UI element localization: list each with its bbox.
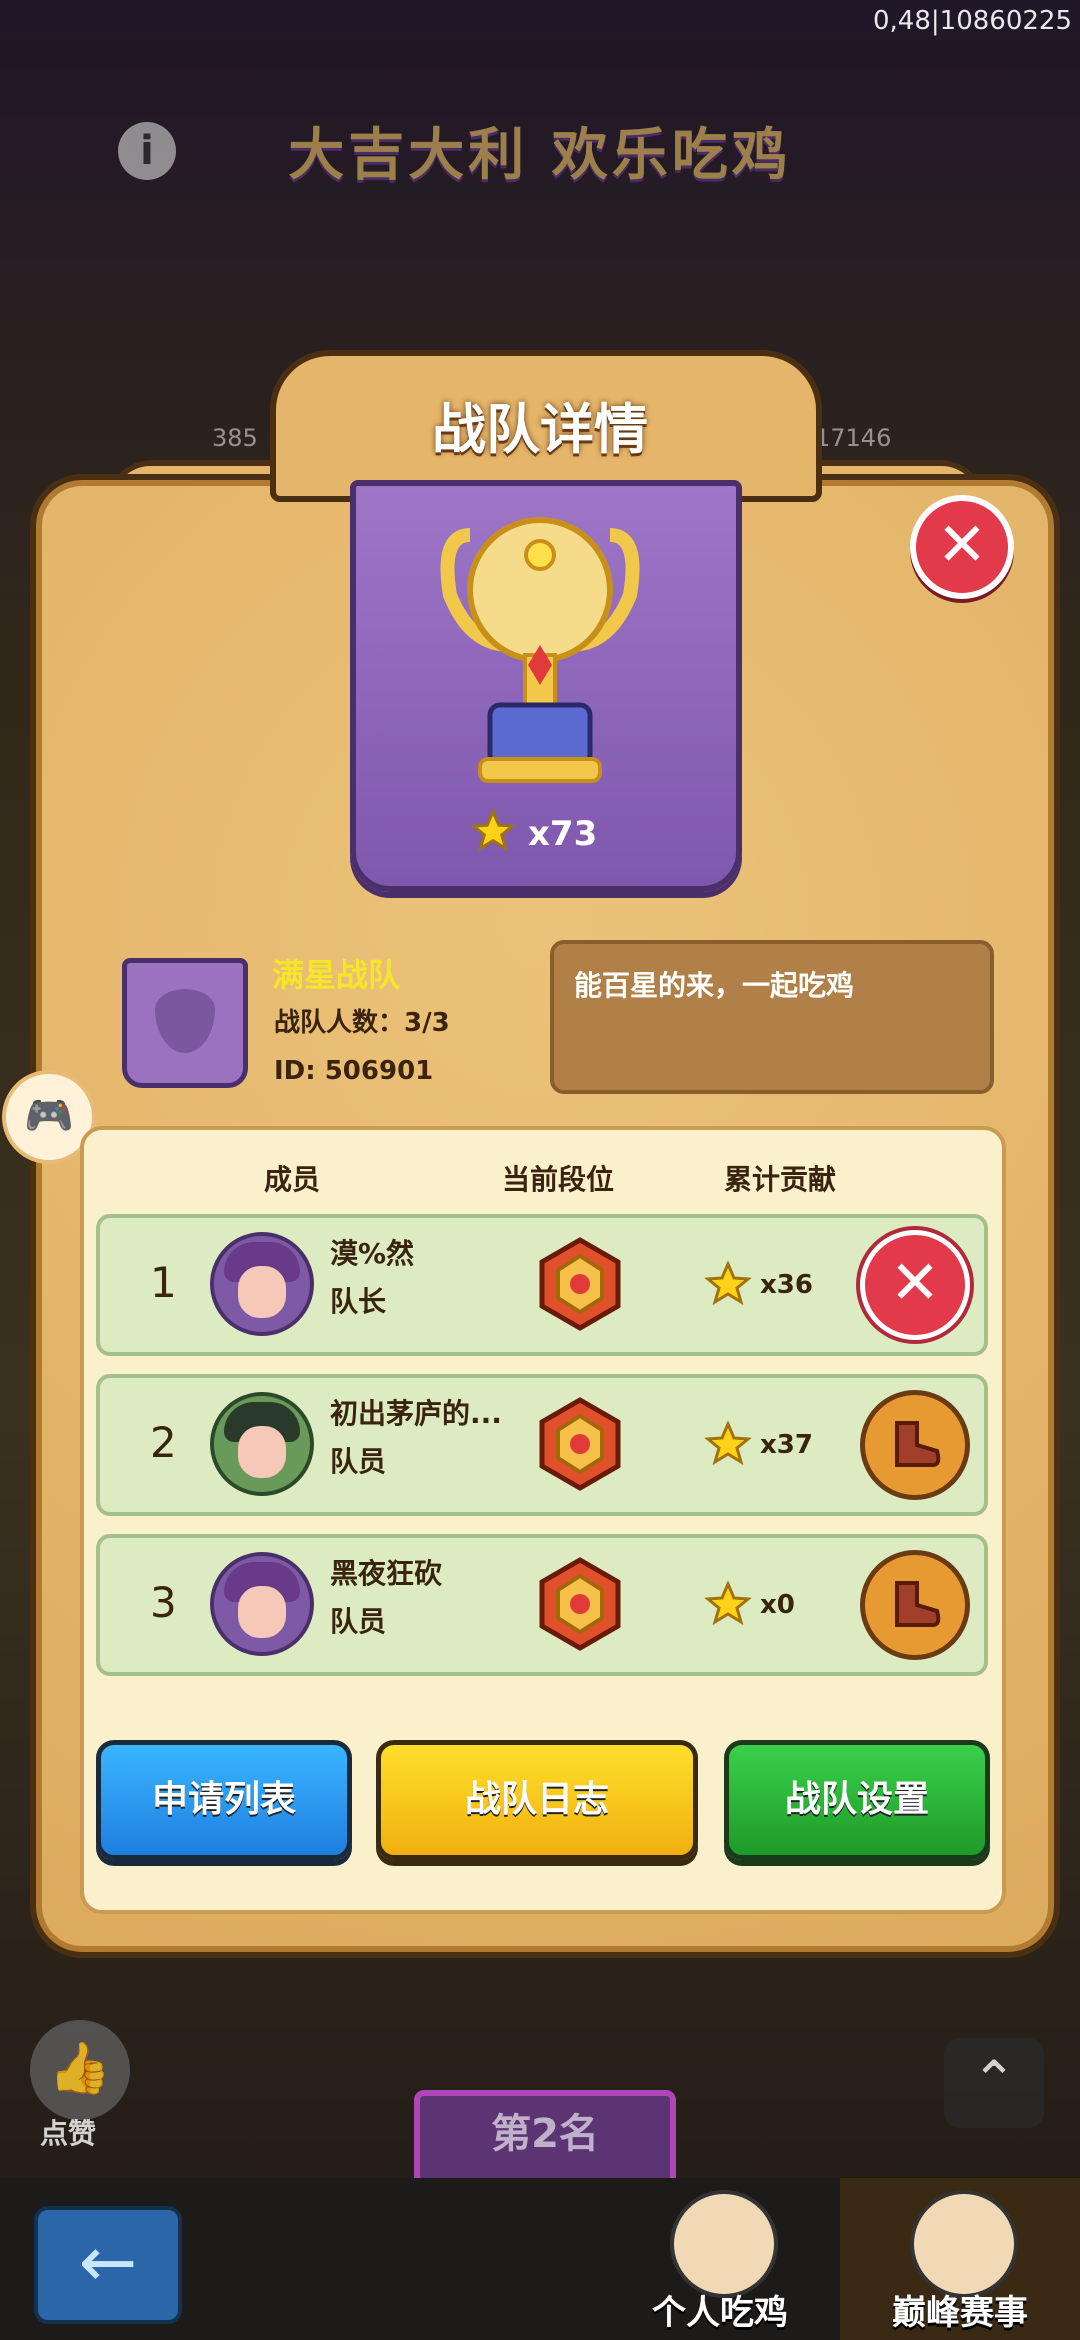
team-flag-icon <box>122 958 248 1088</box>
member-row: 3 黑夜狂砍 队员 x0 <box>96 1534 988 1676</box>
tab-personal[interactable]: 个人吃鸡 <box>600 2178 840 2340</box>
star-icon <box>704 1420 752 1466</box>
team-settings-button[interactable]: 战队设置 <box>724 1740 990 1860</box>
bg-score-right: 17146 <box>815 424 892 452</box>
member-row: 1 漠%然 队长 x36 ✕ <box>96 1214 988 1356</box>
character-avatar <box>910 2190 1018 2298</box>
event-banner: 大吉大利 欢乐吃鸡 <box>288 123 792 188</box>
member-name: 漠%然 <box>330 1237 415 1270</box>
team-id: ID: 506901 <box>274 1056 434 1086</box>
member-role: 队员 <box>330 1445 387 1478</box>
avatar <box>210 1552 314 1656</box>
scroll-up-icon[interactable]: ⌃ <box>944 2038 1044 2128</box>
team-description-box: 能百星的来，一起吃鸡 <box>550 940 994 1094</box>
team-log-button[interactable]: 战队日志 <box>376 1740 698 1860</box>
team-name: 满星战队 <box>272 956 401 994</box>
team-size: 战队人数：3/3 <box>274 1002 450 1039</box>
rank-plate: 第2名 <box>414 2090 676 2186</box>
member-name: 黑夜狂砍 <box>330 1557 443 1590</box>
trophy-icon <box>440 517 640 783</box>
kick-member-button[interactable] <box>860 1390 970 1500</box>
member-rank: 3 <box>150 1578 177 1627</box>
team-size-value: 3/3 <box>404 1008 450 1038</box>
member-row: 2 初出茅庐的... 队员 x37 <box>96 1374 988 1516</box>
apply-list-button[interactable]: 申请列表 <box>96 1740 352 1860</box>
remove-member-button[interactable]: ✕ <box>860 1230 970 1340</box>
character-avatar <box>670 2190 778 2298</box>
column-rank: 当前段位 <box>502 1163 615 1196</box>
team-size-label: 战队人数： <box>274 1008 405 1038</box>
member-contribution: x37 <box>760 1430 813 1460</box>
member-contribution: x36 <box>760 1270 813 1300</box>
member-contribution: x0 <box>760 1590 795 1620</box>
trophy-count-value: x73 <box>528 814 598 854</box>
column-member: 成员 <box>264 1163 321 1196</box>
info-icon[interactable]: i <box>118 122 176 180</box>
avatar <box>210 1392 314 1496</box>
boot-icon <box>895 1581 941 1627</box>
close-button[interactable]: ✕ <box>910 495 1014 599</box>
star-icon <box>470 808 516 852</box>
rank-badge-icon <box>539 1237 621 1331</box>
member-name: 初出茅庐的... <box>330 1397 502 1430</box>
member-rank: 1 <box>150 1258 177 1307</box>
team-description: 能百星的来，一起吃鸡 <box>574 969 855 1002</box>
bg-score-left: 385 <box>212 424 258 452</box>
panel-title: 战队详情 <box>432 398 648 461</box>
member-role: 队长 <box>330 1285 387 1318</box>
member-role: 队员 <box>330 1605 387 1638</box>
rank-badge-icon <box>539 1397 621 1491</box>
boot-icon <box>895 1421 941 1467</box>
tab-peak[interactable]: 巅峰赛事 <box>840 2178 1080 2340</box>
like-label: 点赞 <box>40 2117 97 2150</box>
member-rank: 2 <box>150 1418 177 1467</box>
avatar <box>210 1232 314 1336</box>
kick-member-button[interactable] <box>860 1550 970 1660</box>
like-icon[interactable]: 👍 <box>30 2020 130 2120</box>
column-contribution: 累计贡献 <box>724 1163 837 1196</box>
tab-peak-label: 巅峰赛事 <box>892 2293 1028 2333</box>
shield-icon <box>155 989 215 1053</box>
tab-personal-label: 个人吃鸡 <box>652 2293 788 2333</box>
star-icon <box>704 1580 752 1626</box>
rank-badge-icon <box>539 1557 621 1651</box>
trophy-count: x73 <box>470 808 630 858</box>
back-button[interactable]: ← <box>34 2206 182 2324</box>
debug-id-text: 0,48|10860225 <box>873 6 1072 36</box>
star-icon <box>704 1260 752 1306</box>
